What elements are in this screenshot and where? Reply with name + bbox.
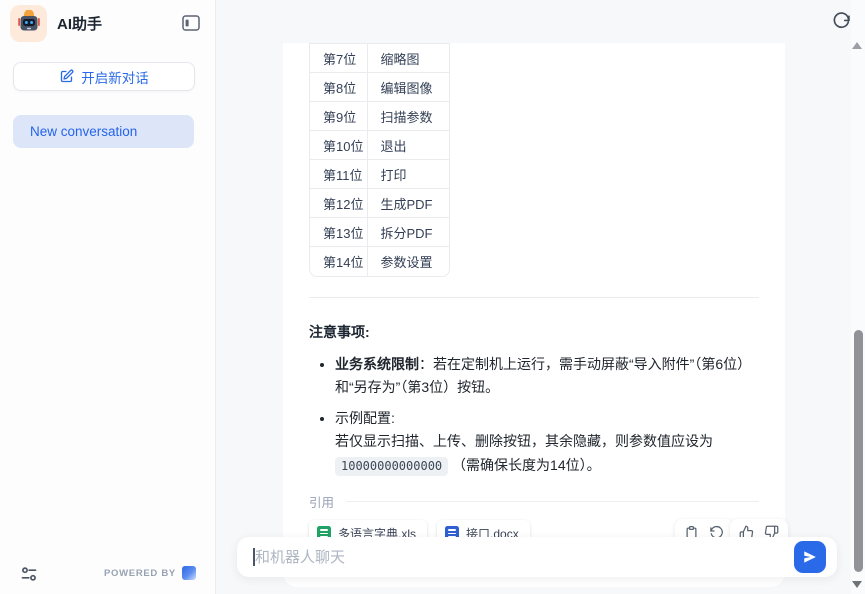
- table-cell-pos: 第14位: [310, 247, 367, 276]
- note-bold: 业务系统限制: [335, 356, 419, 372]
- sidebar: AI助手 开启新对话 New conversation: [0, 0, 216, 594]
- robot-icon: [16, 10, 42, 36]
- table-row: 第11位打印: [310, 160, 449, 189]
- powered-by-label: POWERED BY: [104, 568, 176, 579]
- table-cell-pos: 第10位: [310, 131, 367, 160]
- table-row: 第7位缩略图: [310, 44, 449, 73]
- table-row: 第13位拆分PDF: [310, 218, 449, 247]
- note-suffix: （需确保长度为14位）。: [452, 457, 601, 473]
- table-cell-pos: 第8位: [310, 73, 367, 102]
- scrollbar-thumb[interactable]: [854, 330, 863, 572]
- references-header: 引用: [309, 492, 759, 511]
- send-button[interactable]: [794, 541, 826, 573]
- scrollbar-down-arrow[interactable]: [852, 581, 862, 588]
- table-cell-name: 生成PDF: [367, 189, 449, 218]
- notes-list: 业务系统限制：若在定制机上运行，需手动屏蔽“导入附件”（第6位）和“另存为”（第…: [319, 353, 759, 479]
- table-row: 第9位扫描参数: [310, 102, 449, 131]
- assistant-message: 第7位缩略图 第8位编辑图像 第9位扫描参数 第10位退出 第11位打印 第12…: [283, 43, 785, 587]
- send-icon: [802, 549, 818, 565]
- message-table: 第7位缩略图 第8位编辑图像 第9位扫描参数 第10位退出 第11位打印 第12…: [309, 43, 450, 277]
- sidebar-item-conversation[interactable]: New conversation: [13, 115, 194, 148]
- table-cell-name: 参数设置: [367, 247, 449, 276]
- table-cell-name: 扫描参数: [367, 102, 449, 131]
- table-cell-name: 退出: [367, 131, 449, 160]
- settings-sliders-icon[interactable]: [19, 564, 39, 584]
- table-cell-pos: 第12位: [310, 189, 367, 218]
- ai-assistant-app: AI助手 开启新对话 New conversation: [0, 0, 865, 594]
- table-row: 第14位参数设置: [310, 247, 449, 276]
- robot-avatar: [10, 5, 47, 42]
- table-cell-name: 缩略图: [367, 44, 449, 73]
- inline-code: 10000000000000: [335, 457, 448, 476]
- table-cell-name: 编辑图像: [367, 73, 449, 102]
- compose-icon: [59, 69, 74, 84]
- powered-by: POWERED BY: [104, 566, 196, 580]
- table-cell-pos: 第7位: [310, 44, 367, 73]
- note-line-code: 10000000000000 （需确保长度为14位）。: [335, 454, 759, 479]
- collapse-sidebar-icon[interactable]: [181, 13, 201, 33]
- references-divider: [346, 501, 759, 502]
- table-cell-pos: 第13位: [310, 218, 367, 247]
- brand-logo: [182, 566, 196, 580]
- note-item-example-config: 示例配置: 若仅显示扫描、上传、删除按钮，其余隐藏，则参数值应设为 100000…: [335, 407, 759, 479]
- table-row: 第8位编辑图像: [310, 73, 449, 102]
- note-line: 示例配置:: [335, 407, 759, 431]
- composer: [237, 537, 837, 577]
- new-chat-label: 开启新对话: [81, 67, 149, 87]
- table-cell-pos: 第11位: [310, 160, 367, 189]
- references-label: 引用: [309, 492, 334, 511]
- app-title: AI助手: [57, 13, 181, 34]
- sidebar-header: AI助手: [0, 0, 215, 46]
- refresh-icon[interactable]: [831, 10, 853, 32]
- note-item-business-limit: 业务系统限制：若在定制机上运行，需手动屏蔽“导入附件”（第6位）和“另存为”（第…: [335, 353, 759, 400]
- notes-title: 注意事项:: [309, 322, 759, 342]
- conversation-label: New conversation: [30, 124, 137, 139]
- table-cell-pos: 第9位: [310, 102, 367, 131]
- new-chat-button[interactable]: 开启新对话: [13, 62, 195, 91]
- chat-input[interactable]: [255, 537, 795, 577]
- table-cell-name: 打印: [367, 160, 449, 189]
- table-row: 第12位生成PDF: [310, 189, 449, 218]
- table-row: 第10位退出: [310, 131, 449, 160]
- scrollbar-up-arrow[interactable]: [852, 42, 862, 49]
- note-line: 若仅显示扫描、上传、删除按钮，其余隐藏，则参数值应设为: [335, 430, 759, 454]
- divider: [309, 297, 759, 298]
- table-cell-name: 拆分PDF: [367, 218, 449, 247]
